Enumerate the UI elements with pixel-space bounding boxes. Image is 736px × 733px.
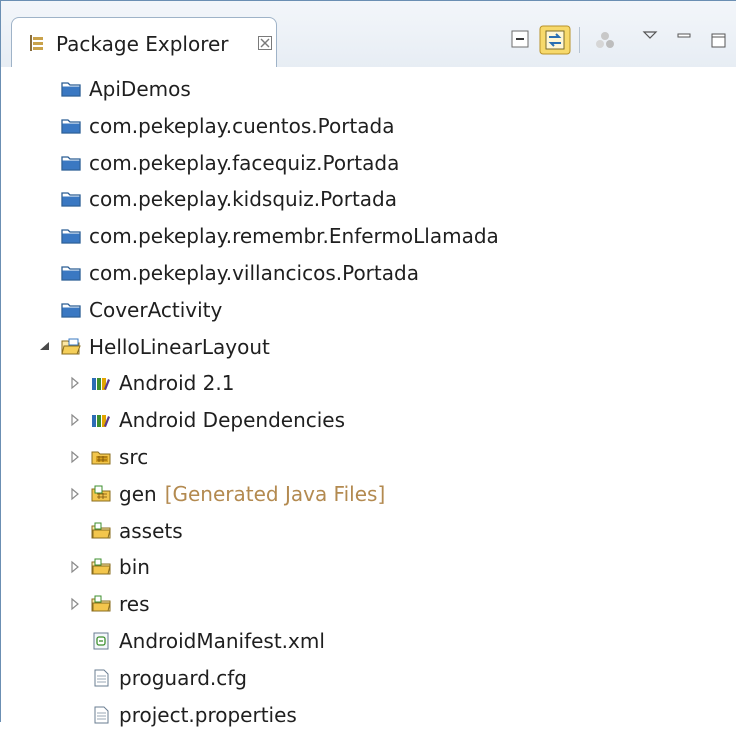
folder-icon (91, 522, 111, 539)
tree-item[interactable]: src (67, 439, 148, 475)
package-explorer-icon (30, 35, 43, 51)
open-project-icon (61, 338, 81, 355)
closed-project-icon (61, 155, 81, 171)
tree-item-label: com.pekeplay.remembr.EnfermoLlamada (89, 224, 499, 249)
tree-item[interactable]: com.pekeplay.cuentos.Portada (37, 108, 394, 144)
closed-project-icon (61, 119, 81, 134)
tree-item-label: HelloLinearLayout (89, 334, 270, 359)
tree-item[interactable]: com.pekeplay.remembr.EnfermoLlamada (37, 218, 499, 254)
tree-item[interactable]: proguard.cfg (67, 660, 247, 696)
library-icon (92, 415, 110, 428)
tree-item-label: CoverActivity (89, 297, 223, 322)
collapse-arrow-icon[interactable] (67, 412, 83, 428)
tree-item-label: ApiDemos (89, 77, 191, 101)
tree-item-label: AndroidManifest.xml (119, 629, 325, 653)
tree-item[interactable]: ApiDemos (37, 71, 191, 107)
tab-package-explorer[interactable]: Package Explorer (11, 17, 277, 67)
tree-item[interactable]: com.pekeplay.facequiz.Portada (37, 145, 399, 181)
tree-item[interactable]: Android 2.1 (67, 365, 235, 401)
tree-item[interactable]: project.properties (67, 697, 297, 733)
collapse-all-icon[interactable] (509, 25, 531, 55)
closed-project-icon (61, 303, 81, 318)
closed-project-icon (61, 82, 81, 97)
folder-icon (91, 595, 111, 612)
tree-item-label: gen (119, 481, 157, 506)
collapse-arrow-icon[interactable] (67, 596, 83, 612)
tree-item[interactable]: CoverActivity (37, 292, 222, 328)
view-menu-icon[interactable] (641, 25, 659, 55)
xml-file-icon (93, 632, 109, 650)
maximize-icon[interactable] (709, 25, 729, 55)
focus-on-active-task-icon[interactable] (593, 25, 617, 55)
folder-icon (91, 558, 111, 575)
tree-item-label: Android Dependencies (119, 408, 346, 433)
tree-item-label: com.pekeplay.kidsquiz.Portada (89, 187, 397, 212)
closed-project-icon (61, 266, 81, 281)
tree-item-label: com.pekeplay.facequiz.Portada (89, 150, 400, 175)
collapse-arrow-icon[interactable] (67, 375, 83, 391)
source-folder-icon (91, 451, 111, 465)
tree-item-label: com.pekeplay.villancicos.Portada (89, 261, 419, 285)
tree-item[interactable]: assets (67, 513, 183, 549)
package-explorer-view: Package Explorer ApiDemos com.pekeplay.c… (0, 0, 736, 727)
library-icon (92, 378, 110, 391)
tree-item[interactable]: com.pekeplay.kidsquiz.Portada (37, 181, 397, 217)
tree-item-label: com.pekeplay.cuentos.Portada (89, 113, 395, 138)
minimize-icon[interactable] (675, 25, 693, 55)
tree-item-label: res (119, 592, 150, 617)
tree-item-label: src (119, 445, 149, 469)
link-with-editor-icon[interactable] (539, 25, 571, 55)
collapse-arrow-icon[interactable] (67, 559, 83, 575)
expand-arrow-icon[interactable] (37, 339, 53, 355)
collapse-arrow-icon[interactable] (67, 486, 83, 502)
tree-item[interactable]: gen [Generated Java Files] (67, 476, 385, 512)
close-icon[interactable] (258, 36, 272, 50)
text-file-icon (94, 706, 109, 724)
tree-item-label: project.properties (119, 702, 297, 727)
view-title: Package Explorer (56, 32, 229, 56)
toolbar-separator (579, 27, 580, 53)
tree-item-label: Android 2.1 (119, 371, 235, 396)
tree-item-label: bin (119, 555, 150, 580)
view-header: Package Explorer (1, 1, 736, 67)
tree-item-decoration: [Generated Java Files] (164, 481, 386, 506)
tree-item[interactable]: AndroidManifest.xml (67, 623, 325, 659)
tree-item[interactable]: HelloLinearLayout (37, 329, 270, 365)
generated-source-folder-icon (91, 485, 111, 502)
closed-project-icon (61, 229, 81, 244)
tree-item[interactable]: com.pekeplay.villancicos.Portada (37, 255, 419, 291)
text-file-icon (94, 669, 109, 687)
collapse-arrow-icon[interactable] (67, 449, 83, 465)
tree-item[interactable]: res (67, 586, 150, 622)
closed-project-icon (61, 192, 81, 208)
tree-item-label: proguard.cfg (119, 665, 247, 690)
tree-item[interactable]: bin (67, 549, 150, 585)
tree-item[interactable]: Android Dependencies (67, 402, 345, 438)
tree-item-label: assets (119, 518, 183, 543)
